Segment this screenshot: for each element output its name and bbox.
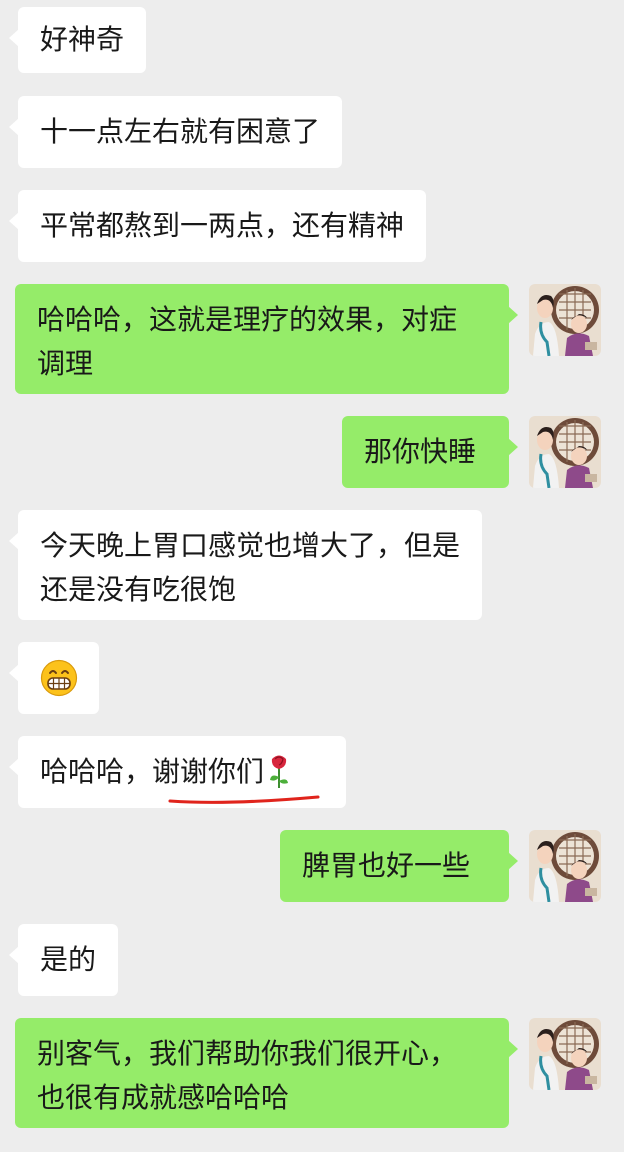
rose-emoji [270,755,289,788]
message-text: 也很有成就感哈哈哈 [37,1081,290,1114]
message-text: 是的 [40,943,97,976]
avatar[interactable] [529,1018,601,1090]
message-text: 平常都熬到一两点，还有精神 [40,209,405,242]
message-text: 别客气，我们帮助你我们很开心， [37,1037,458,1070]
message-text: 调理 [37,347,94,380]
avatar[interactable] [529,830,601,902]
message-bubble-incoming[interactable]: 平常都熬到一两点，还有精神 [8,190,427,262]
red-underline-annotation [168,795,320,804]
message-text: 脾胃也好一些 [302,849,471,882]
therapist-avatar-icon [529,284,601,356]
message-bubble-outgoing[interactable]: 哈哈哈，这就是理疗的效果，对症 调理 [15,284,518,394]
message-bubble-outgoing[interactable]: 那你快睡 [342,416,518,488]
message-bubble-incoming[interactable] [9,642,99,714]
message-text: 哈哈哈，这就是理疗的效果，对症 [37,303,458,336]
message-text: 十一点左右就有困意了 [40,115,321,148]
message-bubble-incoming[interactable]: 好神奇 [8,7,147,73]
therapist-avatar-icon [529,416,601,488]
message-bubble-incoming[interactable]: 十一点左右就有困意了 [8,96,343,168]
message-text: 那你快睡 [364,435,477,468]
grinning-face-emoji [40,659,78,697]
message-bubble-incoming[interactable]: 今天晚上胃口感觉也增大了，但是 还是没有吃很饱 [8,510,483,620]
message-text: 还是没有吃很饱 [40,573,237,606]
message-text: 好神奇 [40,23,125,56]
underlined-text: 谢谢你们 [152,755,265,788]
therapist-avatar-icon [529,1018,601,1090]
message-text: 哈哈哈， [40,755,153,788]
message-bubble-outgoing[interactable]: 别客气，我们帮助你我们很开心， 也很有成就感哈哈哈 [15,1018,518,1128]
therapist-avatar-icon [529,830,601,902]
message-bubble-incoming[interactable]: 是的 [8,924,119,996]
avatar[interactable] [529,284,601,356]
avatar[interactable] [529,416,601,488]
message-bubble-outgoing[interactable]: 脾胃也好一些 [280,830,518,902]
message-text: 今天晚上胃口感觉也增大了，但是 [40,529,461,562]
